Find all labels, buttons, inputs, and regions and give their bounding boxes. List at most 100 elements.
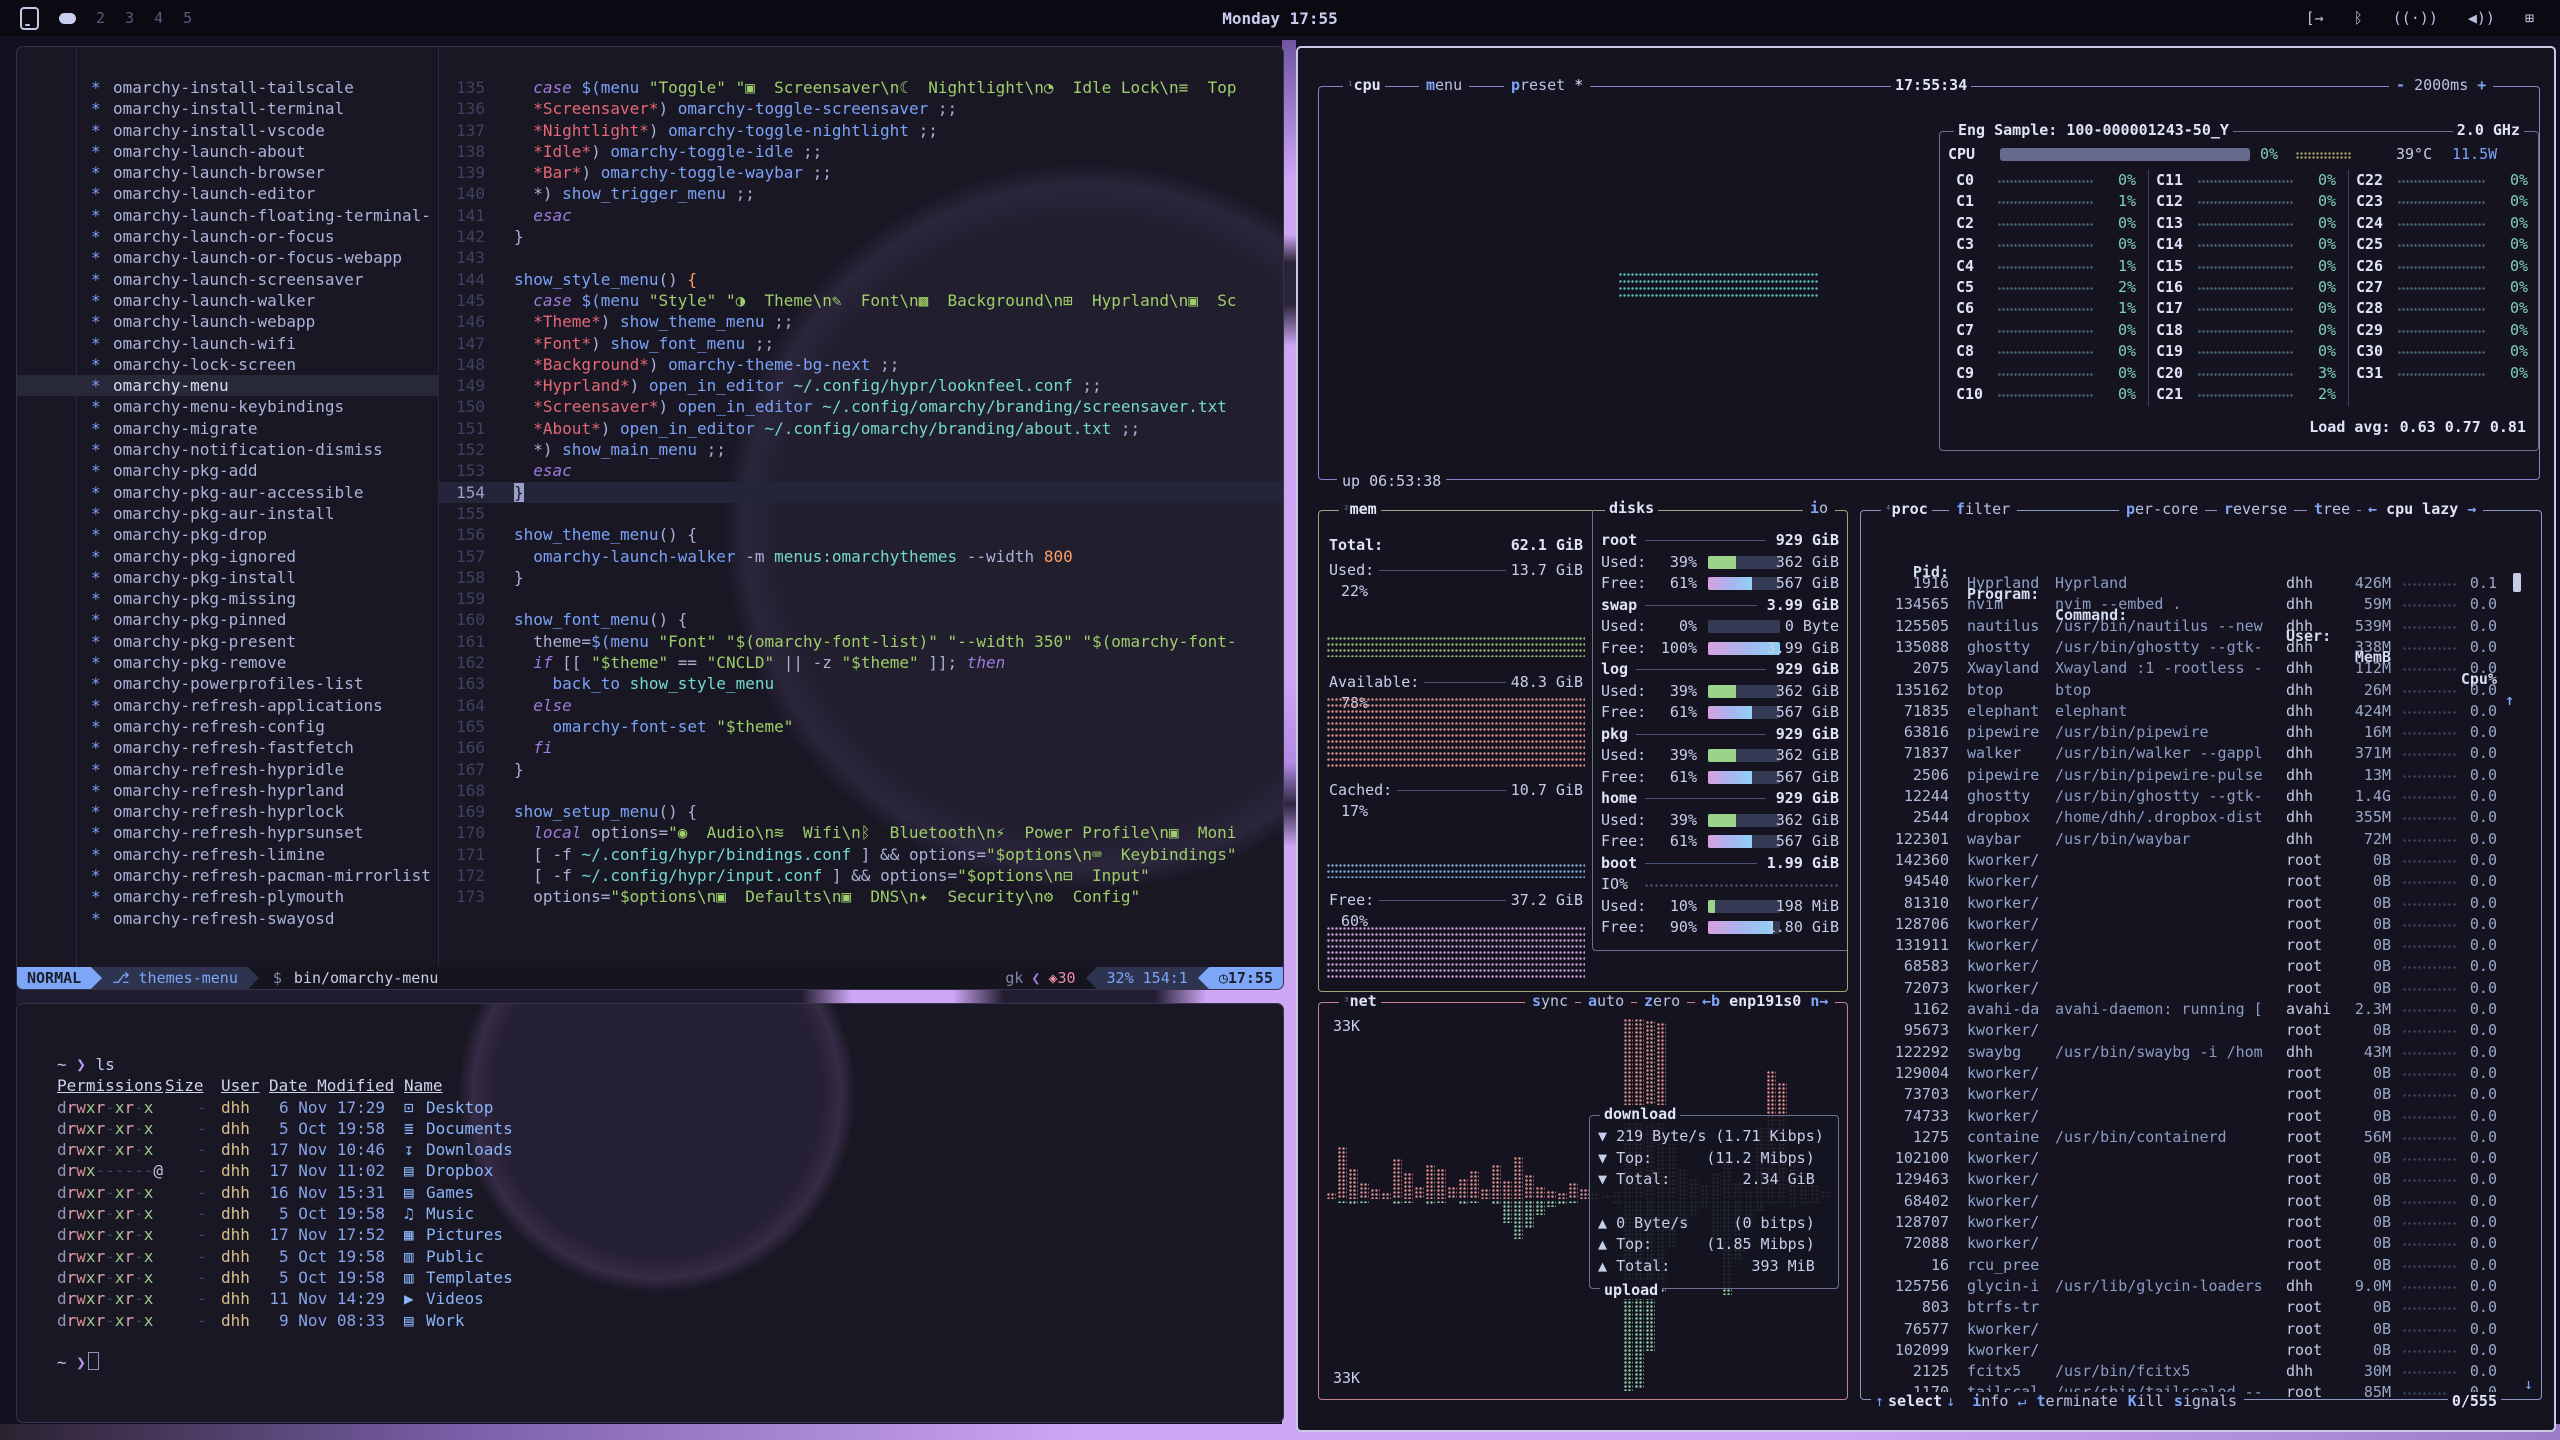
proc-row[interactable]: 803btrfs-trroot0B0.0 bbox=[1875, 1297, 2533, 1318]
io-button[interactable]: io bbox=[1807, 499, 1831, 517]
code-line[interactable]: 155 bbox=[439, 503, 1283, 524]
code-line[interactable]: 156show_theme_menu() { bbox=[439, 524, 1283, 545]
file-list-item[interactable]: *omarchy-launch-browser bbox=[17, 162, 438, 183]
code-line[interactable]: 149 *Hyprland*) open_in_editor ~/.config… bbox=[439, 375, 1283, 396]
file-list-item[interactable]: *omarchy-refresh-hypridle bbox=[17, 759, 438, 780]
proc-row[interactable]: 71837walker/usr/bin/walker --gappldhh371… bbox=[1875, 743, 2533, 764]
file-list-pane[interactable]: *omarchy-install-tailscale *omarchy-insta… bbox=[17, 47, 438, 967]
terminal-window-shell[interactable]: ~ ❯ lsPermissionsSizeUserDate ModifiedNa… bbox=[16, 1003, 1284, 1423]
code-line[interactable]: 162 if [[ "$theme" == "CNCLD" || -z "$th… bbox=[439, 652, 1283, 673]
file-list-item[interactable]: *omarchy-pkg-remove bbox=[17, 652, 438, 673]
proc-row[interactable]: 125505nautilus/usr/bin/nautilus --newdhh… bbox=[1875, 616, 2533, 637]
file-list-item[interactable]: *omarchy-refresh-plymouth bbox=[17, 886, 438, 907]
proc-row[interactable]: 72073kworker/root0B0.0 bbox=[1875, 978, 2533, 999]
code-line[interactable]: 141 esac bbox=[439, 205, 1283, 226]
code-line[interactable]: 143 bbox=[439, 247, 1283, 268]
file-list-item[interactable]: *omarchy-migrate bbox=[17, 418, 438, 439]
file-list-item[interactable]: *omarchy-pkg-aur-install bbox=[17, 503, 438, 524]
proc-row[interactable]: 122292swaybg/usr/bin/swaybg -i /homdhh43… bbox=[1875, 1042, 2533, 1063]
file-list-item[interactable]: *omarchy-launch-about bbox=[17, 141, 438, 162]
code-line[interactable]: 161 theme=$(menu "Font" "$(omarchy-font-… bbox=[439, 631, 1283, 652]
code-line[interactable]: 159 bbox=[439, 588, 1283, 609]
file-list-item[interactable]: *omarchy-pkg-install bbox=[17, 567, 438, 588]
preset-button[interactable]: preset * bbox=[1508, 76, 1586, 94]
proc-row[interactable]: 68583kworker/root0B0.0 bbox=[1875, 956, 2533, 977]
code-line[interactable]: 137 *Nightlight*) omarchy-toggle-nightli… bbox=[439, 120, 1283, 141]
proc-row[interactable]: 134565nvimnvim --embed .dhh59M0.0 bbox=[1875, 594, 2533, 615]
code-line[interactable]: 138 *Idle*) omarchy-toggle-idle ;; bbox=[439, 141, 1283, 162]
proc-row[interactable]: 2125fcitx5/usr/bin/fcitx5dhh30M0.0 bbox=[1875, 1361, 2533, 1382]
proc-row[interactable]: 63816pipewire/usr/bin/pipewiredhh16M0.0 bbox=[1875, 722, 2533, 743]
terminal-window-editor[interactable]: *omarchy-install-tailscale *omarchy-insta… bbox=[16, 46, 1284, 990]
code-line[interactable]: 172 [ -f ~/.config/hypr/input.conf ] && … bbox=[439, 865, 1283, 886]
proc-row[interactable]: 94540kworker/root0B0.0 bbox=[1875, 871, 2533, 892]
file-list-item[interactable]: *omarchy-pkg-aur-accessible bbox=[17, 482, 438, 503]
file-list-item[interactable]: *omarchy-install-tailscale bbox=[17, 77, 438, 98]
file-list-item[interactable]: *omarchy-pkg-ignored bbox=[17, 546, 438, 567]
proc-row[interactable]: 76577kworker/root0B0.0 bbox=[1875, 1319, 2533, 1340]
reverse-button[interactable]: reverse bbox=[2221, 500, 2290, 518]
terminate-button[interactable]: terminate bbox=[2033, 1392, 2120, 1410]
proc-row[interactable]: 95673kworker/root0B0.0 bbox=[1875, 1020, 2533, 1041]
file-list-item[interactable]: *omarchy-refresh-fastfetch bbox=[17, 737, 438, 758]
proc-row[interactable]: 1162avahi-daavahi-daemon: running [avahi… bbox=[1875, 999, 2533, 1020]
proc-row[interactable]: 128707kworker/root0B0.0 bbox=[1875, 1212, 2533, 1233]
code-line[interactable]: 152 *) show_main_menu ;; bbox=[439, 439, 1283, 460]
file-list-item[interactable]: *omarchy-pkg-pinned bbox=[17, 609, 438, 630]
code-line[interactable]: 173 options="$options\n▣ Defaults\n▣ DNS… bbox=[439, 886, 1283, 907]
file-list-item[interactable]: *omarchy-pkg-add bbox=[17, 460, 438, 481]
proc-row[interactable]: 16rcu_preeroot0B0.0 bbox=[1875, 1255, 2533, 1276]
file-list-item[interactable]: *omarchy-launch-webapp bbox=[17, 311, 438, 332]
proc-row[interactable]: 74733kworker/root0B0.0 bbox=[1875, 1106, 2533, 1127]
proc-row[interactable]: 1916HyprlandHyprlanddhh426M0.1 bbox=[1875, 573, 2533, 594]
auto-button[interactable]: auto bbox=[1585, 992, 1627, 1010]
tree-button[interactable]: tree bbox=[2311, 500, 2353, 518]
proc-row[interactable]: 129004kworker/root0B0.0 bbox=[1875, 1063, 2533, 1084]
code-line[interactable]: 145 case $(menu "Style" "◑ Theme\n✎ Font… bbox=[439, 290, 1283, 311]
proc-row[interactable]: 102099kworker/root0B0.0 bbox=[1875, 1340, 2533, 1361]
file-list-item[interactable]: *omarchy-menu bbox=[17, 375, 438, 396]
code-line[interactable]: 147 *Font*) show_font_menu ;; bbox=[439, 333, 1283, 354]
proc-row[interactable]: 135088ghostty/usr/bin/ghostty --gtk-dhh3… bbox=[1875, 637, 2533, 658]
file-list-item[interactable]: *omarchy-refresh-config bbox=[17, 716, 438, 737]
file-list-item[interactable]: *omarchy-pkg-drop bbox=[17, 524, 438, 545]
scroll-down-icon[interactable]: ↓ bbox=[2524, 1375, 2533, 1393]
proc-row[interactable]: 72088kworker/root0B0.0 bbox=[1875, 1233, 2533, 1254]
code-line[interactable]: 163 back_to show_style_menu bbox=[439, 673, 1283, 694]
filter-button[interactable]: filter bbox=[1953, 500, 2013, 518]
file-list-item[interactable]: *omarchy-launch-screensaver bbox=[17, 269, 438, 290]
code-line[interactable]: 171 [ -f ~/.config/hypr/bindings.conf ] … bbox=[439, 844, 1283, 865]
code-line[interactable]: 168 bbox=[439, 780, 1283, 801]
code-line[interactable]: 144show_style_menu() { bbox=[439, 269, 1283, 290]
file-list-item[interactable]: *omarchy-refresh-applications bbox=[17, 695, 438, 716]
sort-selector[interactable]: ← cpu lazy → bbox=[2365, 500, 2479, 518]
menu-button[interactable]: menu bbox=[1423, 76, 1465, 94]
code-line[interactable]: 166 fi bbox=[439, 737, 1283, 758]
code-line[interactable]: 165 omarchy-font-set "$theme" bbox=[439, 716, 1283, 737]
proc-row[interactable]: 73703kworker/root0B0.0 bbox=[1875, 1084, 2533, 1105]
file-list-item[interactable]: *omarchy-install-vscode bbox=[17, 120, 438, 141]
file-list-item[interactable]: *omarchy-powerprofiles-list bbox=[17, 673, 438, 694]
file-list-item[interactable]: *omarchy-launch-walker bbox=[17, 290, 438, 311]
proc-row[interactable]: 81310kworker/root0B0.0 bbox=[1875, 893, 2533, 914]
file-list-item[interactable]: *omarchy-refresh-pacman-mirrorlist bbox=[17, 865, 438, 886]
proc-row[interactable]: 122301waybar/usr/bin/waybardhh72M0.0 bbox=[1875, 829, 2533, 850]
code-line[interactable]: 148 *Background*) omarchy-theme-bg-next … bbox=[439, 354, 1283, 375]
proc-row[interactable]: 68402kworker/root0B0.0 bbox=[1875, 1191, 2533, 1212]
proc-row[interactable]: 142360kworker/root0B0.0 bbox=[1875, 850, 2533, 871]
code-line[interactable]: 150 *Screensaver*) open_in_editor ~/.con… bbox=[439, 396, 1283, 417]
proc-row[interactable]: 128706kworker/root0B0.0 bbox=[1875, 914, 2533, 935]
zero-button[interactable]: zero bbox=[1641, 992, 1683, 1010]
file-list-item[interactable]: *omarchy-notification-dismiss bbox=[17, 439, 438, 460]
file-list-item[interactable]: *omarchy-refresh-limine bbox=[17, 844, 438, 865]
code-line[interactable]: 164 else bbox=[439, 695, 1283, 716]
proc-row[interactable]: 102100kworker/root0B0.0 bbox=[1875, 1148, 2533, 1169]
file-list-item[interactable]: *omarchy-menu-keybindings bbox=[17, 396, 438, 417]
code-line[interactable]: 136 *Screensaver*) omarchy-toggle-screen… bbox=[439, 98, 1283, 119]
proc-row[interactable]: 2544dropbox/home/dhh/.dropbox-distdhh355… bbox=[1875, 807, 2533, 828]
code-line[interactable]: 142} bbox=[439, 226, 1283, 247]
code-line[interactable]: 139 *Bar*) omarchy-toggle-waybar ;; bbox=[439, 162, 1283, 183]
file-list-item[interactable]: *omarchy-refresh-hyprsunset bbox=[17, 822, 438, 843]
file-list-item[interactable]: *omarchy-launch-wifi bbox=[17, 333, 438, 354]
proc-row[interactable]: 131911kworker/root0B0.0 bbox=[1875, 935, 2533, 956]
